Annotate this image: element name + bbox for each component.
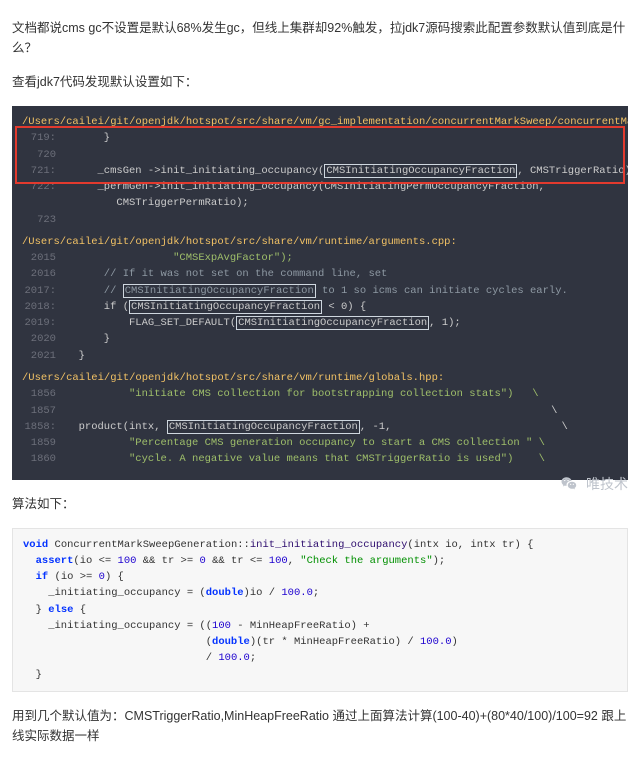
code-text: "initiate CMS collection for bootstrappi… xyxy=(66,388,539,400)
code-text: - MinHeapFreeRatio) + xyxy=(231,620,370,632)
code-text: ) xyxy=(452,636,458,648)
code-keyword: void xyxy=(23,539,48,551)
code-text: "cycle. A negative value means that CMST… xyxy=(66,453,545,465)
line-number: 2021 xyxy=(22,348,56,364)
code-text: FLAG_SET_DEFAULT( xyxy=(66,317,236,329)
highlighted-symbol: CMSInitiatingOccupancyFraction xyxy=(123,284,316,298)
code-string: "Check the arguments" xyxy=(300,555,432,567)
highlighted-symbol: CMSInitiatingOccupancyFraction xyxy=(324,164,517,178)
line-number: 2017: xyxy=(22,283,56,299)
line-number: 720 xyxy=(22,147,56,163)
line-number: 1860 xyxy=(22,451,56,467)
intro-paragraph: 文档都说cms gc不设置是默认68%发生gc，但线上集群却92%触发，拉jdk… xyxy=(12,18,628,58)
code-text: ( xyxy=(23,636,212,648)
highlighted-symbol: CMSInitiatingOccupancyFraction xyxy=(236,316,429,330)
code-text: , CMSTriggerRatio); xyxy=(517,165,628,177)
line-number: 722: xyxy=(22,179,56,195)
highlighted-symbol: CMSInitiatingOccupancyFraction xyxy=(129,300,322,314)
line-number: 1858: xyxy=(22,419,56,435)
code-text: < 0) { xyxy=(322,301,366,313)
line-number: 723 xyxy=(22,212,56,228)
code-number: 100 xyxy=(269,555,288,567)
code-text: && tr <= xyxy=(206,555,269,567)
code-method: init_initiating_occupancy xyxy=(250,539,408,551)
code-keyword: else xyxy=(48,604,73,616)
code-text: if ( xyxy=(66,301,129,313)
code-block-algorithm: void ConcurrentMarkSweepGeneration::init… xyxy=(12,528,628,692)
code-text: } xyxy=(66,132,110,144)
code-text: / xyxy=(23,652,218,664)
code-text: { xyxy=(73,604,86,616)
code-comment: // xyxy=(66,285,123,297)
code-type: double xyxy=(206,587,244,599)
code-text: _initiating_occupancy = ( xyxy=(23,587,206,599)
code-block-jdk7-defaults: /Users/cailei/git/openjdk/hotspot/src/sh… xyxy=(12,106,628,480)
line-number: 2018: xyxy=(22,299,56,315)
code-text: ) { xyxy=(105,571,124,583)
code-number: 100 xyxy=(118,555,137,567)
code-type: double xyxy=(212,636,250,648)
line-number: 1859 xyxy=(22,435,56,451)
line-number: 1857 xyxy=(22,403,56,419)
code-text: _permGen->init_initiating_occupancy(CMSI… xyxy=(66,181,545,193)
code-text: } xyxy=(23,604,48,616)
code-text: ); xyxy=(433,555,446,567)
code-number: 100.0 xyxy=(218,652,250,664)
code-number: 100.0 xyxy=(420,636,452,648)
code-text: product(intx, xyxy=(66,421,167,433)
code-text: _initiating_occupancy = (( xyxy=(23,620,212,632)
line-number: 2016 xyxy=(22,266,56,282)
code-text: (io <= xyxy=(73,555,117,567)
heading-algorithm: 算法如下： xyxy=(12,494,628,514)
code-text: _cmsGen ->init_initiating_occupancy( xyxy=(66,165,324,177)
code-text: } xyxy=(66,350,85,362)
code-text: "Percentage CMS generation occupancy to … xyxy=(66,437,545,449)
code-keyword: if xyxy=(23,571,48,583)
code-comment: // If it was not set on the command line… xyxy=(66,268,387,280)
line-number: 719: xyxy=(22,130,56,146)
line-number: 2019: xyxy=(22,315,56,331)
code-text: "CMSExpAvgFactor"); xyxy=(66,252,293,264)
code-number: 100.0 xyxy=(281,587,313,599)
code-text: } xyxy=(66,333,110,345)
code-text: ConcurrentMarkSweepGeneration:: xyxy=(48,539,250,551)
file-path-3: /Users/cailei/git/openjdk/hotspot/src/sh… xyxy=(22,372,444,384)
code-text: , -1, \ xyxy=(360,421,568,433)
conclusion-paragraph: 用到几个默认值为：CMSTriggerRatio,MinHeapFreeRati… xyxy=(12,706,628,746)
code-text: )(tr * MinHeapFreeRatio) / xyxy=(250,636,420,648)
line-number: 2015 xyxy=(22,250,56,266)
line-number: 1856 xyxy=(22,386,56,402)
code-text: ; xyxy=(250,652,256,664)
highlighted-symbol: CMSInitiatingOccupancyFraction xyxy=(167,420,360,434)
code-text: , 1); xyxy=(429,317,461,329)
heading-check-jdk7: 查看jdk7代码发现默认设置如下： xyxy=(12,72,628,92)
code-text: ; xyxy=(313,587,319,599)
line-number: 721: xyxy=(22,163,56,179)
line-number: 2020 xyxy=(22,331,56,347)
code-text: (intx io, intx tr) { xyxy=(407,539,533,551)
code-keyword: assert xyxy=(23,555,73,567)
code-comment: to 1 so icms can initiate cycles early. xyxy=(316,285,568,297)
code-text: CMSTriggerPermRatio); xyxy=(66,197,249,209)
code-text: \ xyxy=(66,405,557,417)
code-text: , xyxy=(288,555,301,567)
code-text: (io >= xyxy=(48,571,98,583)
file-path-1: /Users/cailei/git/openjdk/hotspot/src/sh… xyxy=(22,116,628,128)
file-path-2: /Users/cailei/git/openjdk/hotspot/src/sh… xyxy=(22,236,457,248)
code-text: )io / xyxy=(244,587,282,599)
code-text: } xyxy=(23,669,42,681)
code-number: 100 xyxy=(212,620,231,632)
code-text: && tr >= xyxy=(136,555,199,567)
